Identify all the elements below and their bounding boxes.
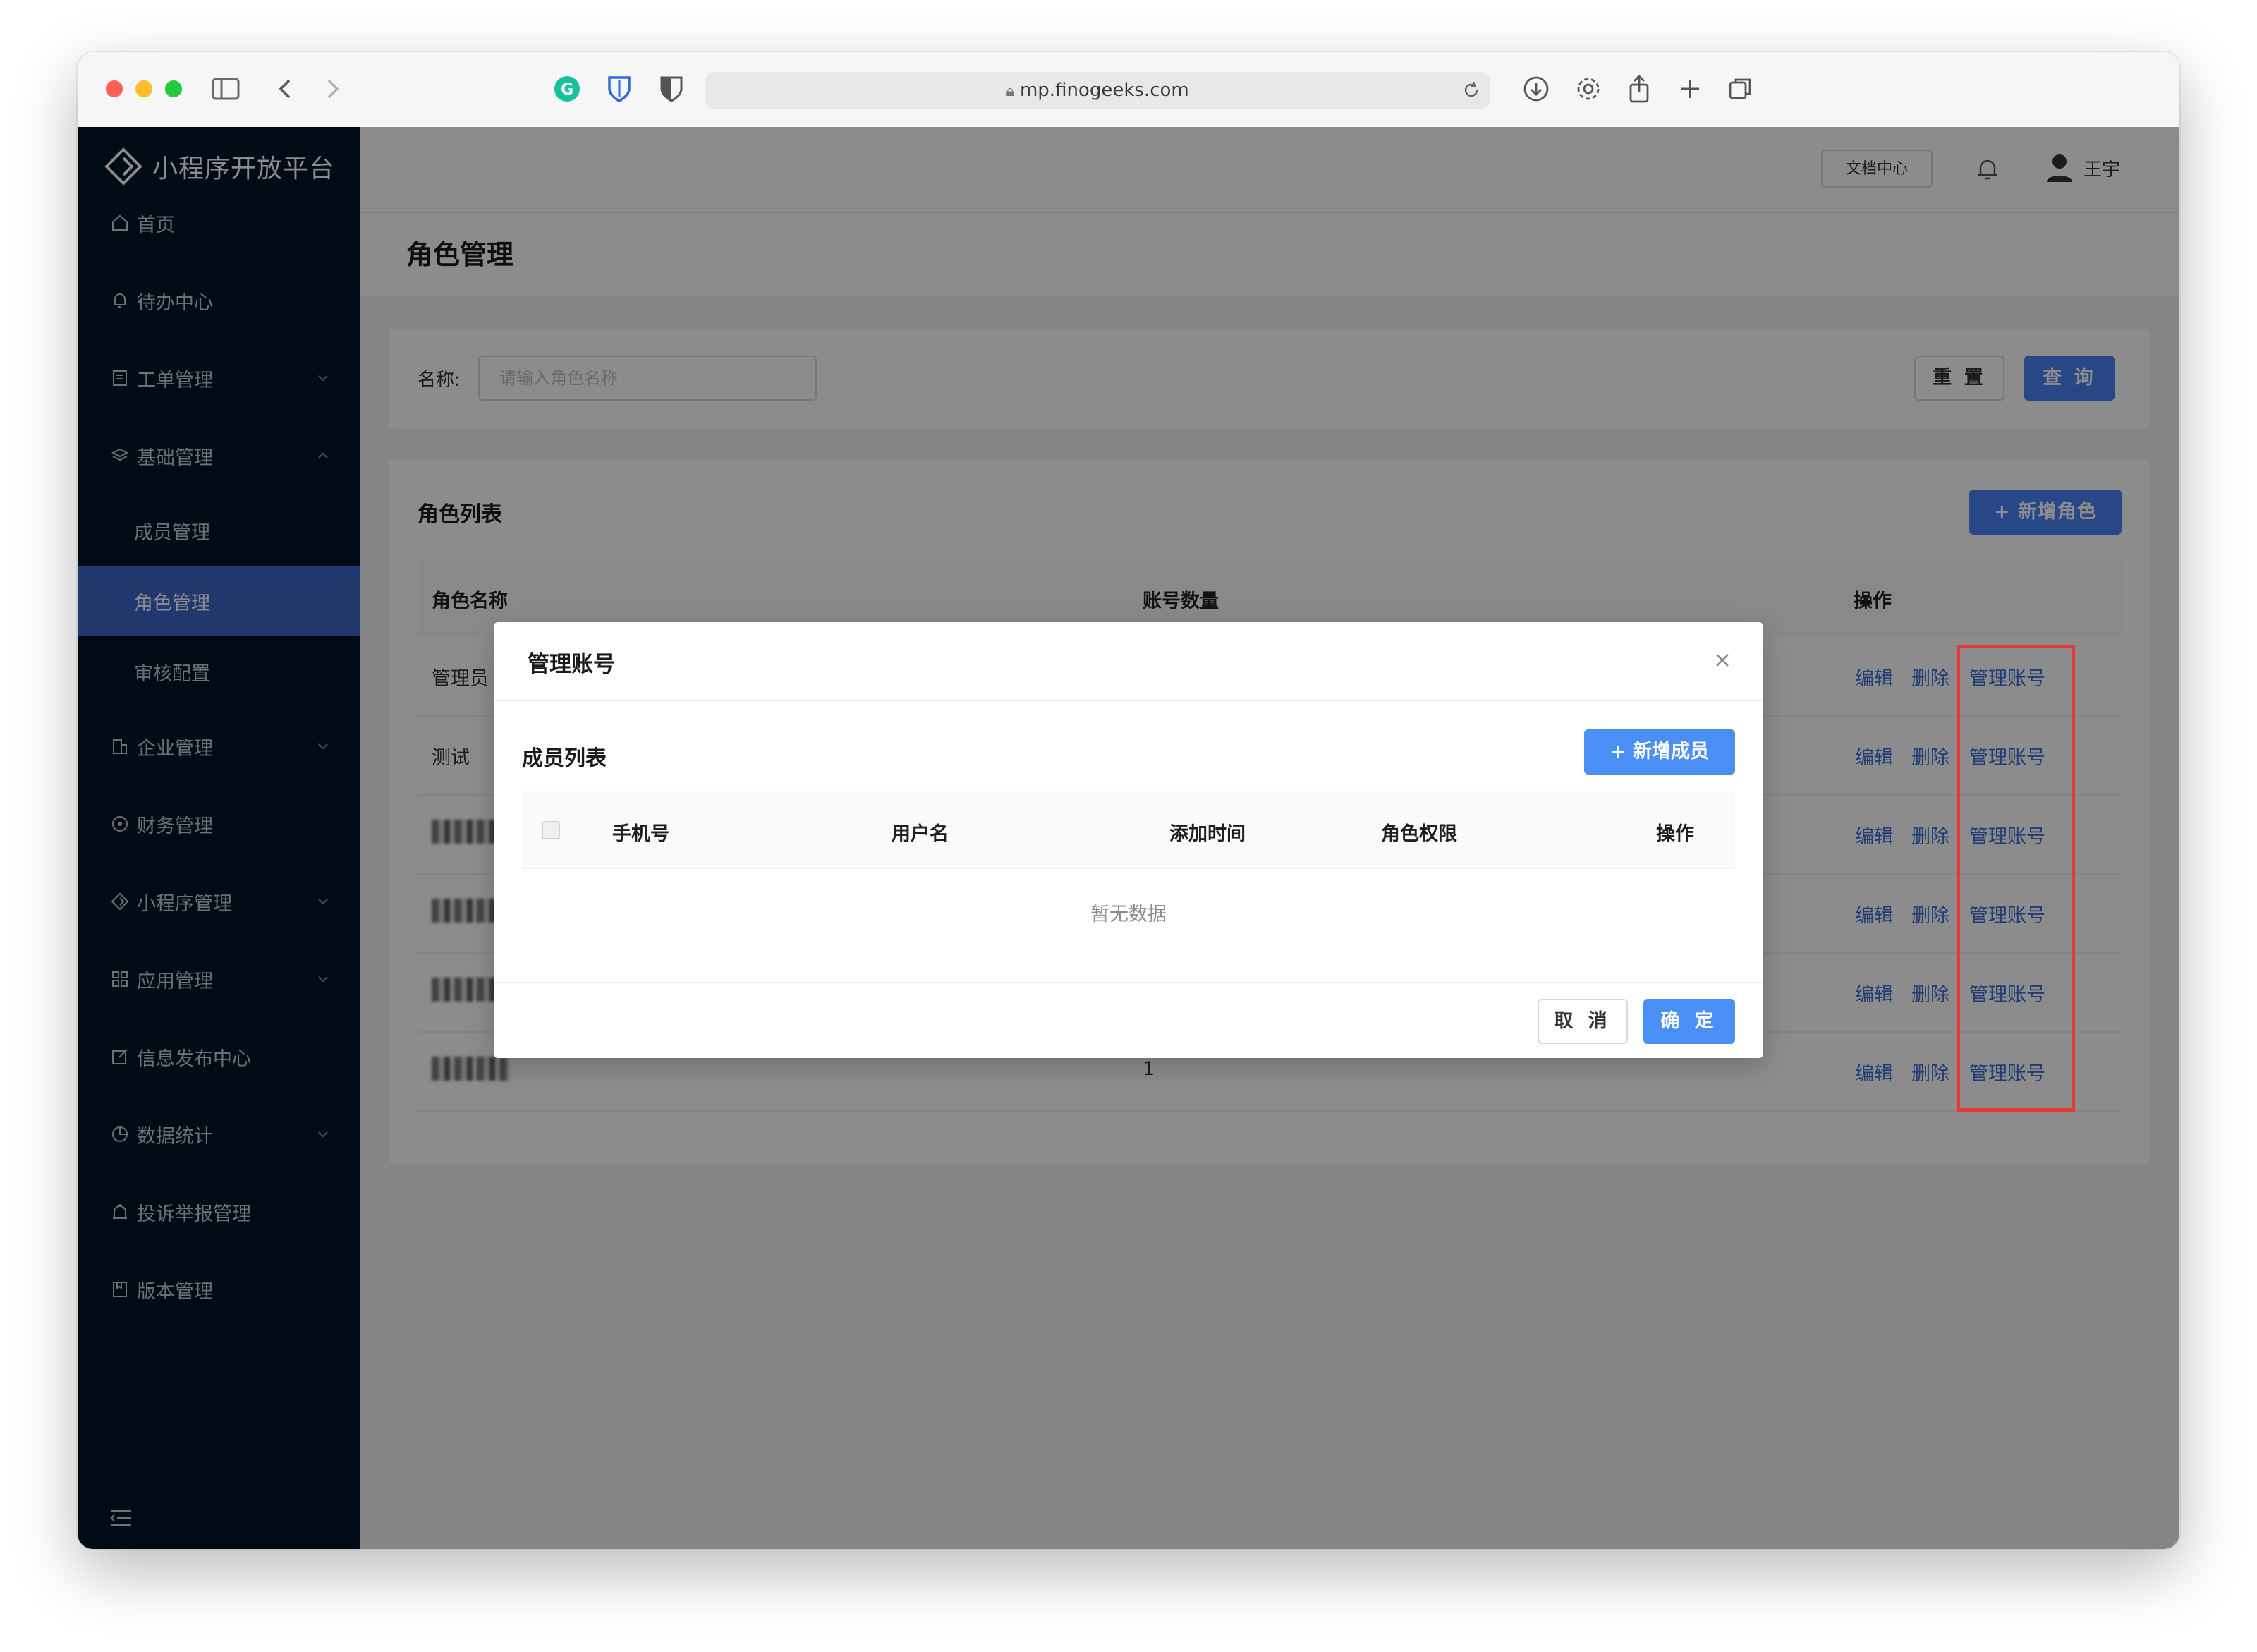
share-icon[interactable]	[1622, 72, 1656, 106]
column-header: 操作	[1656, 823, 1694, 845]
url-text: 🔒︎ mp.finogeeks.com	[705, 72, 1490, 109]
column-header: 手机号	[612, 823, 669, 845]
column-header: 添加时间	[1169, 823, 1246, 845]
address-bar[interactable]: 🔒︎ mp.finogeeks.com	[705, 72, 1490, 109]
close-icon[interactable]	[1712, 650, 1732, 670]
annotation-highlight-box	[1957, 645, 2075, 1112]
bitwarden-extension-icon[interactable]	[602, 72, 636, 106]
close-window-button[interactable]	[106, 80, 123, 97]
manage-accounts-dialog: 管理账号 成员列表 + 新增成员 手机号 用户名 添加时间 角色权限 操作 暂无…	[494, 622, 1763, 1058]
cancel-button[interactable]: 取 消	[1538, 999, 1628, 1044]
sidebar-toggle-icon[interactable]	[209, 72, 243, 106]
privacy-shield-icon[interactable]	[655, 72, 688, 106]
member-list-title: 成员列表	[522, 746, 607, 771]
zoom-window-button[interactable]	[165, 80, 182, 97]
empty-state-text: 暂无数据	[1090, 904, 1167, 925]
browser-toolbar: G 🔒︎ mp.finogeeks.com	[78, 52, 2179, 128]
tab-overview-icon[interactable]	[1724, 72, 1758, 106]
column-header: 角色权限	[1381, 823, 1457, 845]
settings-gear-icon[interactable]	[1571, 72, 1605, 106]
forward-icon[interactable]	[316, 72, 350, 106]
svg-text:G: G	[561, 81, 573, 99]
select-all-checkbox[interactable]	[542, 821, 560, 839]
minimize-window-button[interactable]	[135, 80, 152, 97]
confirm-button[interactable]: 确 定	[1643, 999, 1735, 1044]
column-header: 用户名	[892, 823, 949, 845]
browser-window: G 🔒︎ mp.finogeeks.com 小程序开放平台 首页 待办中心 工单…	[78, 52, 2179, 1549]
url-label: mp.finogeeks.com	[1019, 80, 1189, 101]
download-icon[interactable]	[1519, 72, 1553, 106]
new-tab-plus-icon[interactable]	[1673, 72, 1707, 106]
reload-icon[interactable]	[1461, 80, 1481, 100]
member-table-header: 手机号 用户名 添加时间 角色权限 操作	[522, 791, 1735, 869]
back-icon[interactable]	[268, 72, 302, 106]
dialog-footer-divider	[494, 982, 1763, 983]
add-member-button[interactable]: + 新增成员	[1584, 729, 1735, 775]
lock-icon: 🔒︎	[1006, 83, 1014, 100]
dialog-title: 管理账号	[528, 652, 615, 677]
grammarly-extension-icon[interactable]: G	[550, 72, 584, 106]
dialog-divider	[494, 700, 1763, 701]
